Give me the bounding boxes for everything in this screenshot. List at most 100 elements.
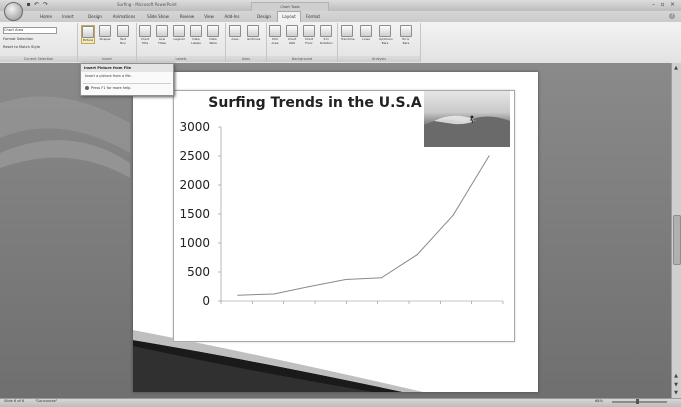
chart-wall-button[interactable]: Chart Wall bbox=[286, 25, 298, 45]
next-slide-arrow[interactable]: ▼ bbox=[672, 381, 680, 389]
legend-button[interactable]: Legend bbox=[173, 25, 185, 42]
tooltip-help-text: Press F1 for more help. bbox=[91, 86, 132, 90]
data-point bbox=[488, 155, 490, 157]
group-label: Background bbox=[267, 56, 337, 62]
trendline-icon bbox=[341, 25, 353, 37]
data-table-icon bbox=[207, 25, 219, 37]
wave-image bbox=[424, 115, 510, 147]
gridlines-button[interactable]: Gridlines bbox=[247, 25, 260, 42]
scroll-down-arrow[interactable]: ▼ bbox=[672, 389, 680, 397]
undo-icon[interactable]: ↶ bbox=[33, 2, 40, 8]
theme-name: "Concourse" bbox=[35, 399, 58, 403]
series-line bbox=[237, 155, 490, 296]
tab-add-ins[interactable]: Add-Ins bbox=[221, 12, 243, 21]
data-point bbox=[380, 277, 383, 279]
data-labels-button[interactable]: Data Labels bbox=[190, 25, 202, 45]
slide-counter: Slide 6 of 6 bbox=[4, 399, 25, 403]
maximize-icon[interactable]: ▫ bbox=[659, 1, 666, 8]
redo-icon[interactable]: ↷ bbox=[42, 2, 49, 8]
legend-icon bbox=[173, 25, 185, 37]
text-box-button[interactable]: Text Box bbox=[117, 25, 129, 45]
picture-icon bbox=[82, 26, 94, 38]
current-selection-group: Chart Area Format Selection Reset to Mat… bbox=[0, 23, 78, 62]
tab-home[interactable]: Home bbox=[36, 12, 56, 21]
gridlines-icon bbox=[247, 25, 259, 37]
zoom-slider-thumb[interactable] bbox=[636, 399, 639, 404]
tooltip-title: Insert Picture from File bbox=[81, 64, 173, 72]
chart-title-icon bbox=[139, 25, 151, 37]
surfer-photo[interactable] bbox=[424, 91, 510, 147]
text-box-icon bbox=[117, 25, 129, 37]
axes-button[interactable]: Axes bbox=[229, 25, 241, 42]
chart-floor-button[interactable]: Chart Floor bbox=[303, 25, 315, 45]
shapes-button[interactable]: Shapes bbox=[99, 25, 111, 42]
zoom-slider[interactable] bbox=[612, 401, 667, 403]
tooltip-description: Insert a picture from a file. bbox=[85, 74, 132, 78]
plot-area-button[interactable]: Plot Area bbox=[269, 25, 281, 45]
tab-view[interactable]: View bbox=[200, 12, 218, 21]
error-bars-icon bbox=[400, 25, 412, 37]
plot-area-icon bbox=[269, 25, 281, 37]
scroll-up-arrow[interactable]: ▲ bbox=[672, 64, 680, 72]
office-button[interactable] bbox=[4, 2, 23, 21]
axes-icon bbox=[229, 25, 241, 37]
tooltip-help-row: Press F1 for more help. bbox=[85, 86, 170, 90]
group-label: Analysis bbox=[338, 56, 420, 62]
tab-slide-show[interactable]: Slide Show bbox=[143, 12, 173, 21]
y-tick-label: 1000 bbox=[179, 236, 210, 250]
axis-titles-icon bbox=[156, 25, 168, 37]
chart-element-select[interactable]: Chart Area bbox=[3, 27, 57, 34]
help-icon bbox=[85, 86, 89, 90]
tab-design[interactable]: Design bbox=[84, 12, 106, 21]
lines-icon bbox=[360, 25, 372, 37]
y-axis-labels: 0 500 1000 1500 2000 2500 3000 bbox=[179, 120, 221, 308]
y-tick-label: 2000 bbox=[179, 178, 210, 192]
tab-review[interactable]: Review bbox=[176, 12, 198, 21]
data-point bbox=[237, 294, 239, 296]
data-table-button[interactable]: Data Table bbox=[207, 25, 219, 45]
chart-title[interactable]: Surfing Trends in the U.S.A bbox=[200, 95, 430, 111]
y-tick-label: 0 bbox=[202, 294, 210, 308]
shapes-icon bbox=[99, 25, 111, 37]
save-icon[interactable]: ▪ bbox=[25, 2, 32, 8]
lines-button[interactable]: Lines bbox=[360, 25, 372, 42]
y-tick-label: 3000 bbox=[179, 120, 210, 134]
up-down-bars-icon bbox=[379, 25, 391, 37]
labels-group: Chart Title Axis Titles Legend Data Labe… bbox=[137, 23, 226, 62]
minimize-icon[interactable]: – bbox=[650, 1, 657, 8]
scroll-thumb[interactable] bbox=[673, 215, 681, 265]
format-selection-button[interactable]: Format Selection bbox=[3, 37, 33, 41]
close-icon[interactable]: × bbox=[669, 1, 676, 8]
analysis-group: Trendline Lines Up/Down Bars Error Bars … bbox=[338, 23, 421, 62]
chart-floor-icon bbox=[303, 25, 315, 37]
tab-chart-design[interactable]: Design bbox=[253, 12, 275, 21]
data-point bbox=[452, 214, 454, 216]
picture-button[interactable]: Picture bbox=[81, 25, 95, 44]
title-bar bbox=[0, 0, 681, 11]
up-down-bars-button[interactable]: Up/Down Bars bbox=[379, 25, 393, 45]
x-axis-ticks bbox=[220, 301, 504, 304]
tab-insert[interactable]: Insert bbox=[58, 12, 78, 21]
tab-format[interactable]: Format bbox=[302, 12, 324, 21]
zoom-level[interactable]: 68% bbox=[595, 399, 603, 403]
y-tick-label: 2500 bbox=[179, 149, 210, 163]
3d-rotation-button[interactable]: 3-D Rotation bbox=[320, 25, 333, 45]
y-tick-label: 500 bbox=[187, 265, 210, 279]
chart-wall-icon bbox=[286, 25, 298, 37]
group-label: Insert bbox=[78, 56, 136, 62]
axis-titles-button[interactable]: Axis Titles bbox=[156, 25, 168, 45]
chart-title-button[interactable]: Chart Title bbox=[139, 25, 151, 45]
background-swoosh bbox=[0, 96, 130, 178]
trendline-button[interactable]: Trendline bbox=[341, 25, 355, 42]
tab-animations[interactable]: Animations bbox=[108, 12, 140, 21]
y-tick-label: 1500 bbox=[179, 207, 210, 221]
data-point bbox=[309, 285, 311, 288]
help-icon[interactable]: ? bbox=[669, 13, 675, 19]
error-bars-button[interactable]: Error Bars bbox=[400, 25, 412, 45]
reset-to-match-style-button[interactable]: Reset to Match Style bbox=[3, 45, 40, 49]
data-point bbox=[273, 293, 275, 295]
previous-slide-arrow[interactable]: ▲ bbox=[672, 372, 680, 380]
axes-group: Axes Gridlines Axes bbox=[226, 23, 267, 62]
tooltip-divider bbox=[83, 83, 171, 84]
3d-rotation-icon bbox=[320, 25, 332, 37]
